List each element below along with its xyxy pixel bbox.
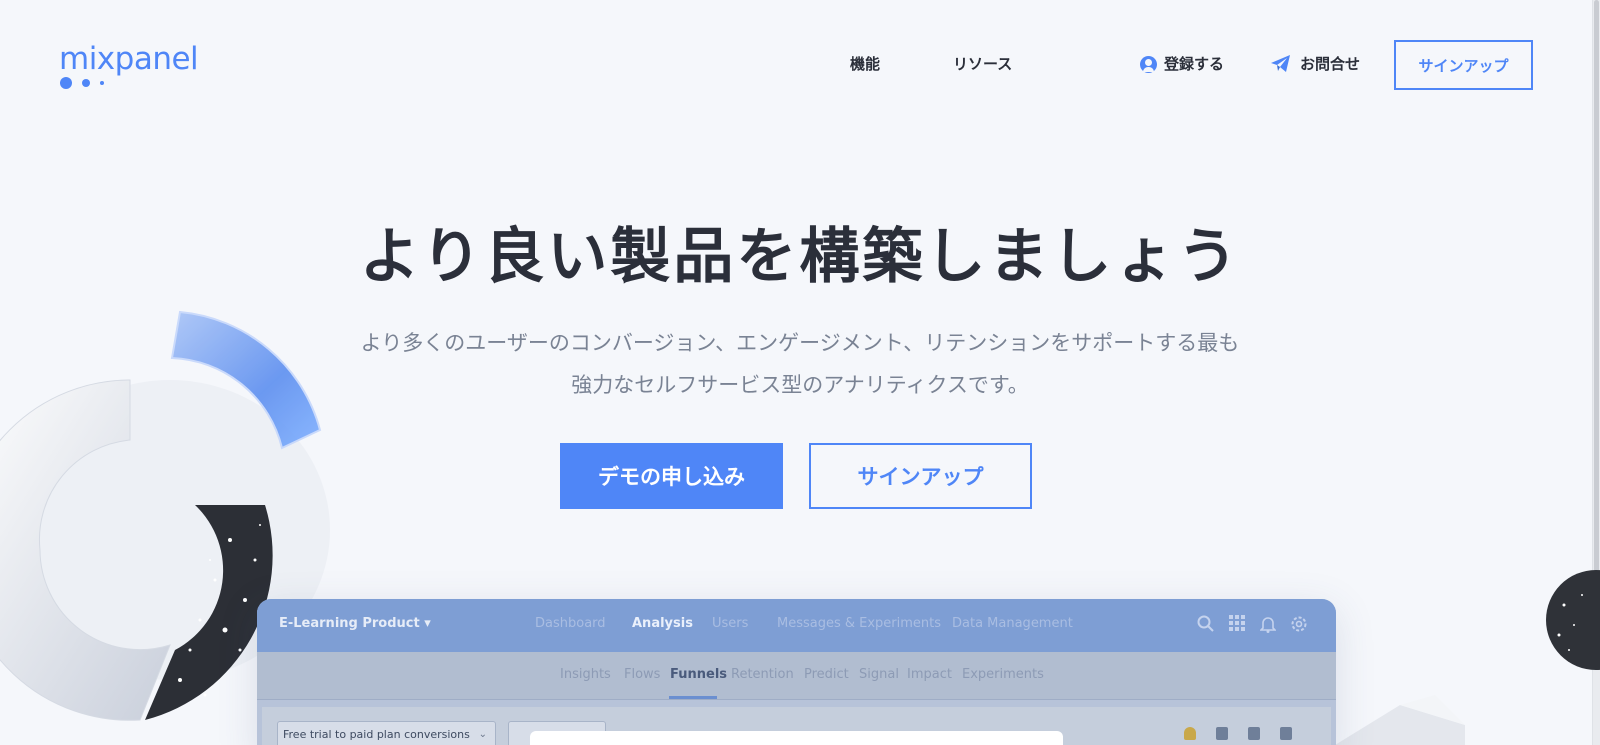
decorative-sphere-shape xyxy=(1546,570,1600,670)
preview-product-selector: E-Learning Product ▾ xyxy=(279,616,431,631)
hero-subtitle-line1: より多くのユーザーのコンバージョン、エンゲージメント、リテンションをサポートする… xyxy=(360,331,1240,355)
chevron-down-icon: ⌄ xyxy=(478,729,487,740)
preview-tab-signal: Signal xyxy=(859,667,899,682)
demo-request-button[interactable]: デモの申し込み xyxy=(560,443,783,509)
header-signup-button[interactable]: サインアップ xyxy=(1394,40,1533,90)
trash-icon xyxy=(1216,727,1228,740)
paper-plane-icon xyxy=(1271,55,1290,72)
nav-contact[interactable]: お問合せ xyxy=(1271,52,1360,76)
preview-tab-experiments: Experiments xyxy=(962,667,1044,682)
preview-modal xyxy=(530,731,1063,745)
decorative-cube-shape xyxy=(1335,695,1465,745)
export-icon xyxy=(1248,727,1260,740)
nav-login-label: 登録する xyxy=(1164,55,1225,73)
alert-icon xyxy=(1184,727,1196,740)
preview-tab-funnels: Funnels xyxy=(670,667,728,682)
preview-nav-dashboard: Dashboard xyxy=(535,616,606,631)
preview-topbar: E-Learning Product ▾ Dashboard Analysis … xyxy=(257,599,1336,652)
product-preview: E-Learning Product ▾ Dashboard Analysis … xyxy=(257,599,1336,745)
user-icon xyxy=(1140,55,1157,73)
hero-subtitle: より多くのユーザーのコンバージョン、エンゲージメント、リテンションをサポートする… xyxy=(320,322,1280,406)
preview-tab-retention: Retention xyxy=(731,667,794,682)
preview-tab-flows: Flows xyxy=(624,667,661,682)
preview-tab-insights: Insights xyxy=(560,667,611,682)
preview-nav-data-management: Data Management xyxy=(952,616,1073,631)
hero-subtitle-line2: 強力なセルフサービス型のアナリティクスです。 xyxy=(571,373,1029,397)
preview-tab-underline xyxy=(669,696,717,699)
nav-contact-label: お問合せ xyxy=(1300,55,1361,73)
hero-signup-button[interactable]: サインアップ xyxy=(809,443,1032,509)
scrollbar-thumb[interactable] xyxy=(1594,0,1599,660)
preview-tab-impact: Impact xyxy=(907,667,952,682)
bell-icon xyxy=(1259,615,1277,633)
preview-nav-analysis: Analysis xyxy=(632,616,693,631)
preview-tabs: Insights Flows Funnels Retention Predict… xyxy=(257,652,1336,700)
save-icon xyxy=(1280,727,1292,740)
preview-report-select: Free trial to paid plan conversions ⌄ xyxy=(277,721,496,745)
preview-nav-messages: Messages & Experiments xyxy=(777,616,942,631)
hero-title: より良い製品を構築しましょう xyxy=(359,222,1241,292)
nav-resources[interactable]: リソース xyxy=(953,52,1012,76)
gear-icon xyxy=(1290,615,1308,633)
nav-features[interactable]: 機能 xyxy=(850,52,880,76)
preview-nav-users: Users xyxy=(712,616,749,631)
preview-tab-predict: Predict xyxy=(804,667,849,682)
apps-grid-icon xyxy=(1228,615,1246,633)
search-icon xyxy=(1197,615,1215,633)
logo-text: mixpanel xyxy=(59,41,199,77)
mixpanel-logo[interactable]: mixpanel xyxy=(59,42,204,92)
nav-login[interactable]: 登録する xyxy=(1140,52,1224,76)
preview-report-select-label: Free trial to paid plan conversions xyxy=(283,728,470,741)
